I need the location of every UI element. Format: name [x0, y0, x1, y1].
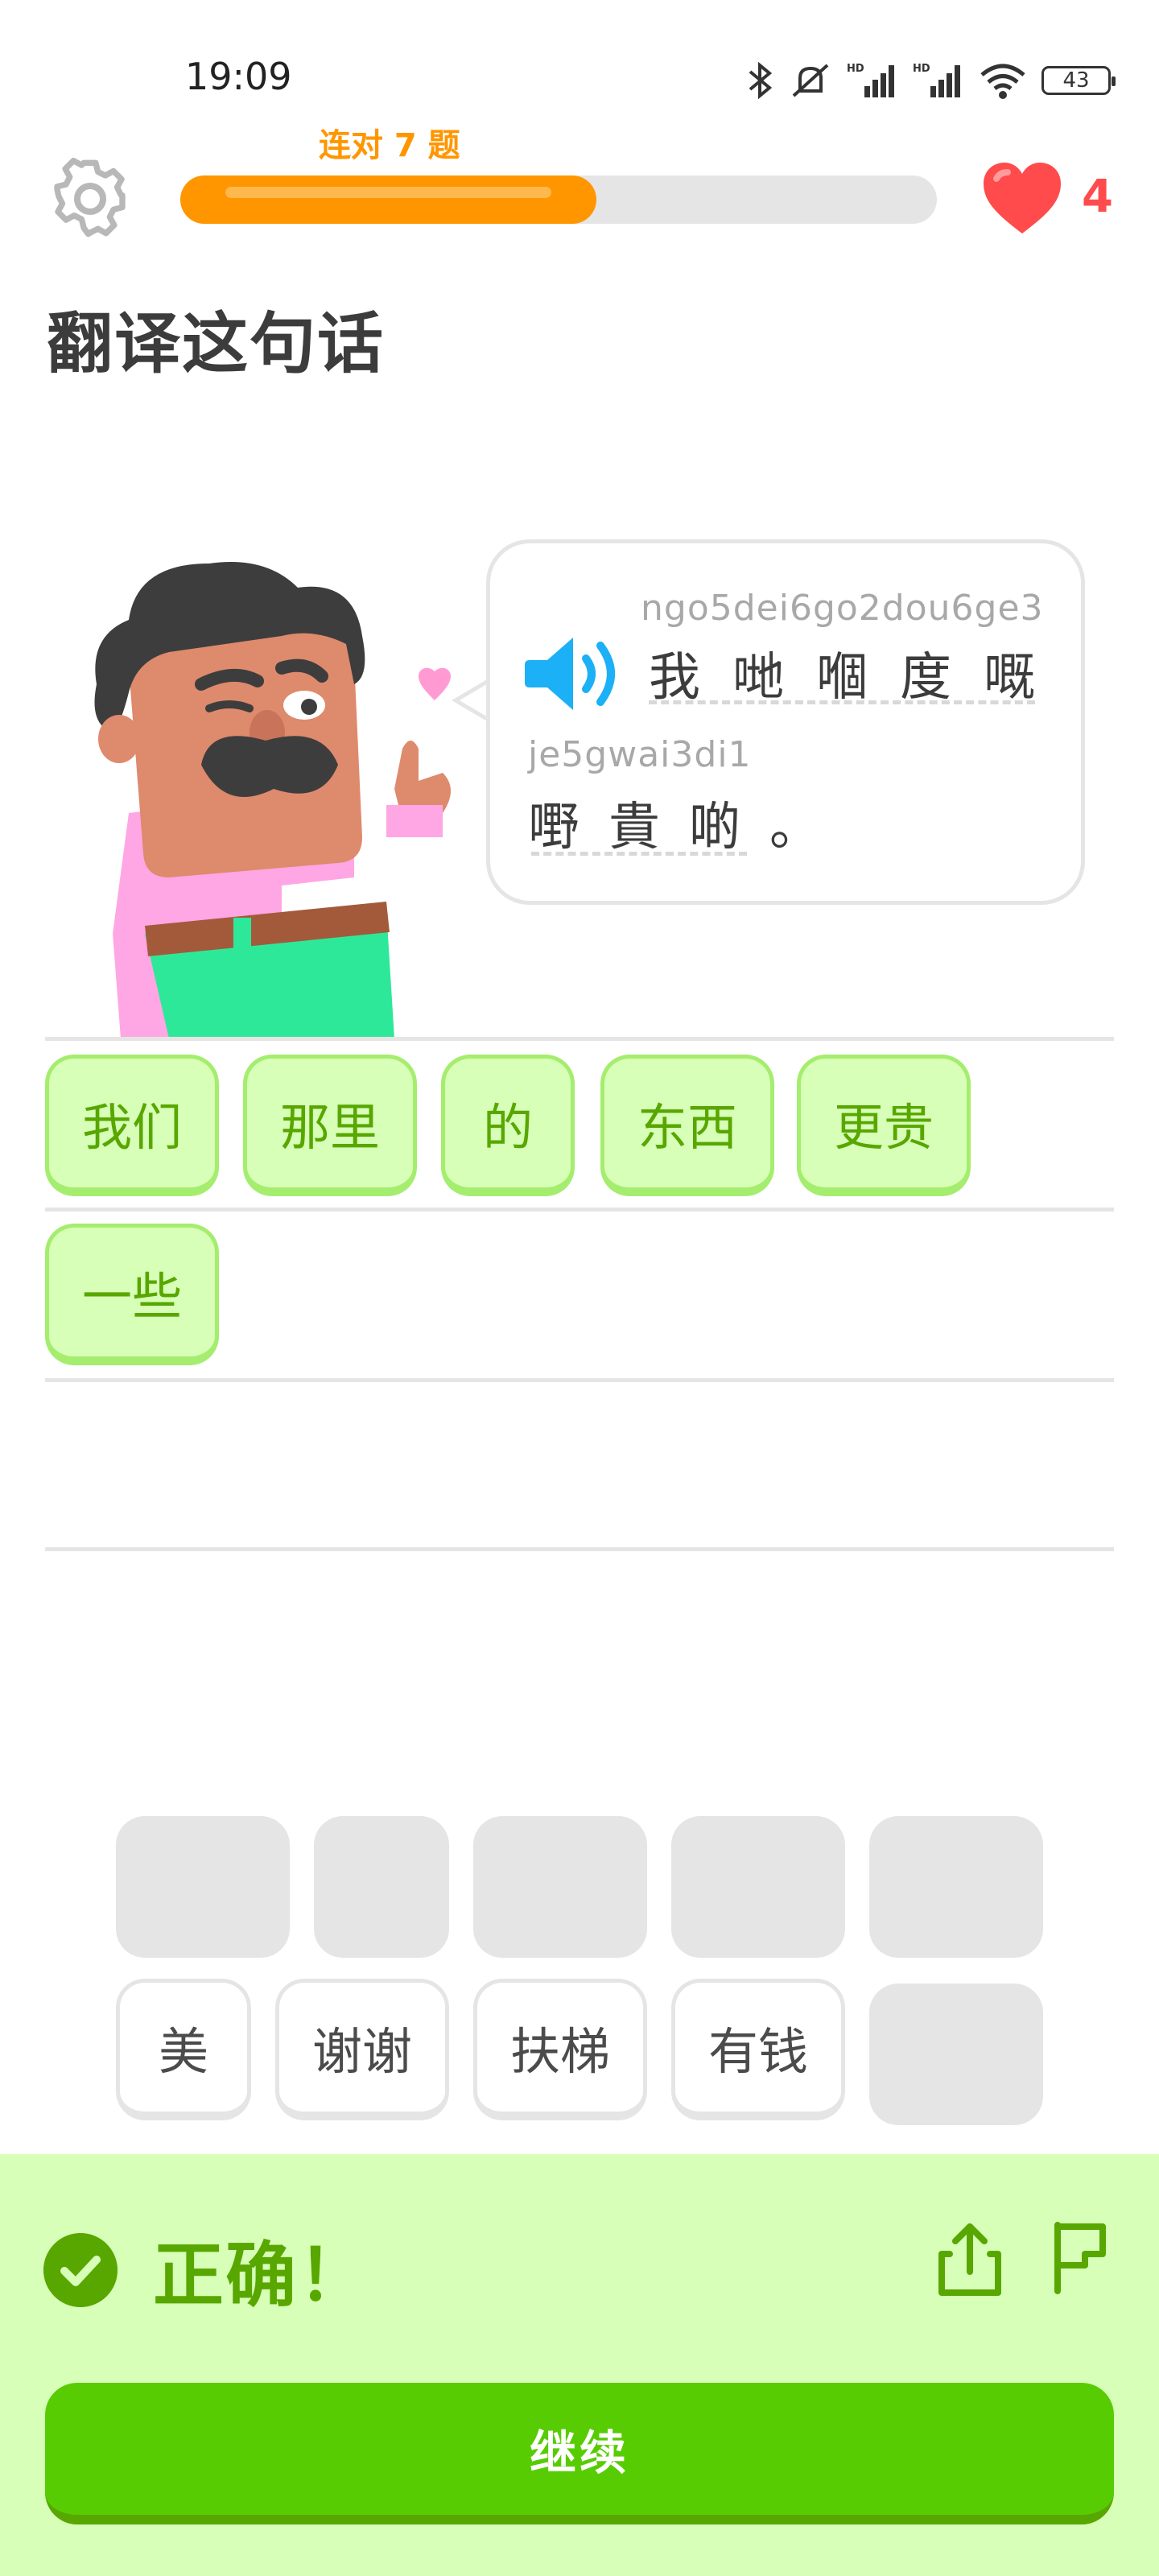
romanization-line-2: je5gwai3di1: [528, 734, 752, 775]
signal-icon: HD: [913, 63, 960, 97]
status-icons: HD HD 43: [747, 56, 1116, 105]
speaker-icon[interactable]: [523, 630, 623, 718]
answer-line: [45, 1378, 1114, 1382]
word-bank-tile[interactable]: 扶梯: [473, 1979, 647, 2120]
character-illustration: [94, 562, 451, 1038]
svg-text:HD: HD: [913, 63, 930, 75]
answer-tile[interactable]: 更贵: [797, 1055, 971, 1196]
answer-tile[interactable]: 一些: [45, 1224, 219, 1365]
progress-highlight: [225, 187, 551, 198]
word-bank-slot: [473, 1816, 647, 1958]
status-time: 19:09: [185, 55, 292, 98]
word-bank-tile[interactable]: 谢谢: [275, 1979, 449, 2120]
battery-level: 43: [1062, 68, 1090, 93]
heart-icon: [984, 163, 1061, 233]
hearts-count: 4: [1082, 171, 1113, 223]
dashed-underline: [649, 700, 1035, 704]
share-icon[interactable]: [934, 2219, 1006, 2299]
prompt-text-line-2[interactable]: 嘢貴啲。: [528, 786, 850, 860]
answer-line: [45, 1208, 1114, 1212]
answer-tile[interactable]: 的: [441, 1055, 575, 1196]
word-bank-slot: [671, 1816, 845, 1958]
checkmark-icon: [43, 2233, 118, 2307]
progress-fill: [180, 175, 596, 224]
answer-line: [45, 1037, 1114, 1041]
page-title: 翻译这句话: [47, 306, 386, 382]
wifi-icon: [980, 64, 1025, 99]
battery-icon: 43: [1041, 66, 1116, 95]
word-bank-tile[interactable]: 美: [116, 1979, 251, 2120]
answer-tile[interactable]: 东西: [600, 1055, 774, 1196]
report-flag-icon[interactable]: [1046, 2219, 1114, 2294]
word-bank-tile[interactable]: 有钱: [671, 1979, 845, 2120]
answer-tile[interactable]: 我们: [45, 1055, 219, 1196]
svg-text:HD: HD: [847, 63, 864, 75]
result-text: 正确！: [153, 2234, 371, 2317]
dashed-underline: [531, 852, 747, 856]
answer-tile[interactable]: 那里: [243, 1055, 417, 1196]
word-bank-slot: [869, 1816, 1043, 1958]
word-bank-slot: [869, 1984, 1043, 2125]
bluetooth-icon: [749, 61, 773, 100]
answer-line: [45, 1547, 1114, 1551]
gear-icon[interactable]: [48, 157, 132, 241]
progress-bar: [180, 175, 937, 224]
signal-icon: HD: [847, 63, 894, 97]
continue-button[interactable]: 继续: [45, 2383, 1114, 2524]
prompt-text-line-1[interactable]: 我哋嗰度嘅: [649, 636, 1067, 710]
streak-label: 连对 7 题: [319, 127, 460, 164]
mute-icon: [792, 64, 829, 97]
romanization-line-1: ngo5dei6go2dou6ge3: [641, 588, 1044, 629]
word-bank-slot: [116, 1816, 290, 1958]
word-bank-slot: [314, 1816, 449, 1958]
